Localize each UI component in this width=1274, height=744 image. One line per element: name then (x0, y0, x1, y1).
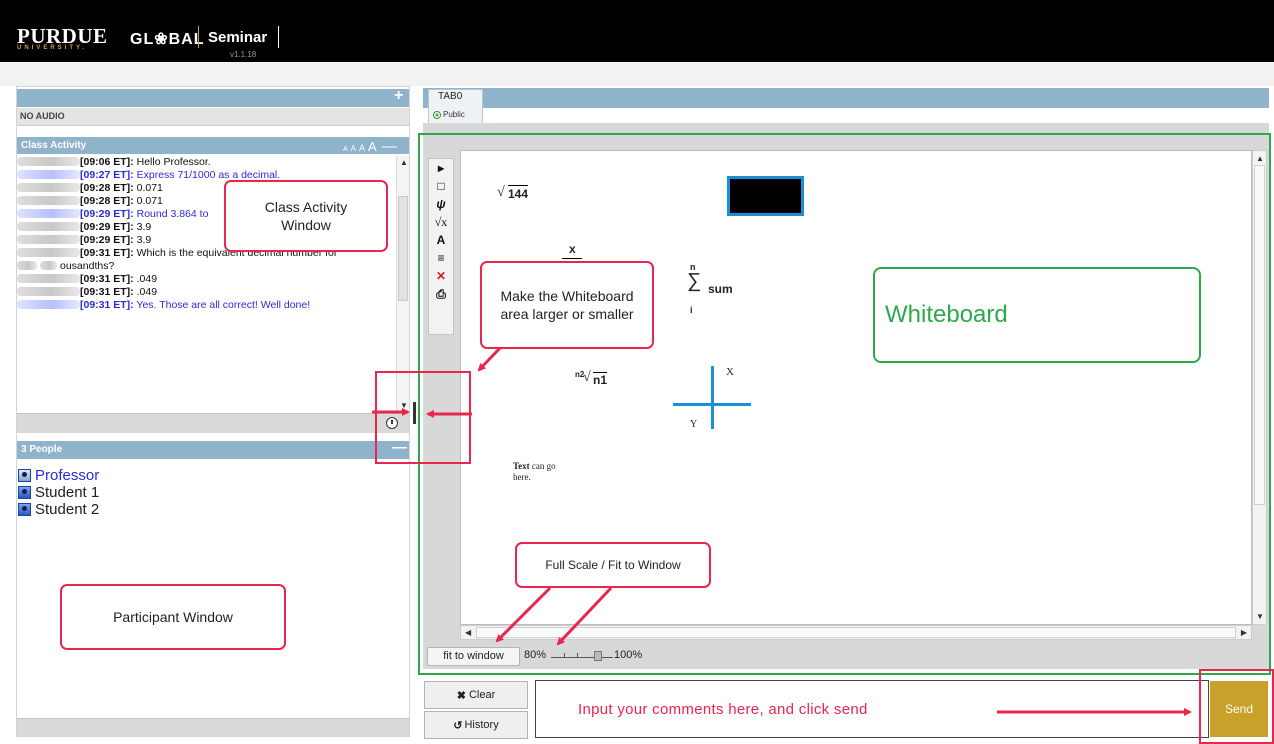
send-highlight (1199, 669, 1274, 744)
chat-message: [09:06 ET]: Hello Professor. (17, 156, 395, 169)
whiteboard-highlight (418, 133, 1271, 675)
radio-icon (433, 110, 441, 119)
resize-handle[interactable] (413, 402, 416, 424)
history-icon: ↺ (453, 719, 463, 732)
app-version: v1.1.18 (230, 50, 257, 59)
blurred-username (17, 157, 80, 166)
blurred-username (17, 287, 80, 296)
blurred-username (17, 274, 80, 283)
purdue-logo-university: UNIVERSITY. (17, 45, 88, 51)
font-size-md-button[interactable]: A (359, 143, 365, 153)
tab-label: TAB0 (438, 91, 463, 102)
tab-bar (423, 88, 1269, 108)
input-hint: Input your comments here, and click send (578, 701, 868, 718)
blurred-text (17, 261, 37, 270)
close-icon: ✖ (456, 689, 466, 702)
chat-message: [09:31 ET]: Yes. Those are all correct! … (17, 299, 395, 312)
blurred-username (17, 222, 80, 231)
font-size-sm-button[interactable]: A (351, 144, 356, 153)
people-footer (17, 718, 409, 736)
class-activity-callout: Class Activity Window (224, 180, 388, 252)
toolbar-strip (0, 62, 1274, 86)
student-icon (18, 503, 31, 516)
header-divider (198, 26, 199, 48)
people-title: 3 People (21, 444, 63, 455)
chat-message-continued: ousandths? (17, 260, 395, 273)
font-size-controls: A A A A — (343, 138, 397, 155)
font-size-xs-button[interactable]: A (343, 146, 348, 153)
blurred-username (17, 300, 80, 309)
public-toggle[interactable]: Public (433, 110, 465, 119)
chat-message: [09:31 ET]: .049 (17, 273, 395, 286)
scroll-up-icon[interactable]: ▲ (400, 158, 408, 167)
participant-professor[interactable]: Professor (18, 467, 99, 484)
instructor-icon (18, 469, 31, 482)
full-scale-callout: Full Scale / Fit to Window (515, 542, 711, 588)
resize-callout: Make the Whiteboard area larger or small… (480, 261, 654, 349)
audio-status: NO AUDIO (17, 108, 409, 126)
student-icon (18, 486, 31, 499)
blurred-username (17, 248, 80, 257)
header-divider (278, 26, 279, 48)
participant-student-2[interactable]: Student 2 (18, 501, 99, 518)
activity-footer (17, 413, 409, 433)
people-header: 3 People (17, 441, 409, 459)
participant-list: Professor Student 1 Student 2 (18, 467, 99, 518)
collapse-activity-button[interactable]: — (382, 138, 397, 155)
blurred-username (17, 196, 80, 205)
class-activity-title: Class Activity (21, 140, 87, 151)
blurred-username (17, 170, 80, 179)
font-size-lg-button[interactable]: A (368, 139, 377, 154)
app-title: Seminar (208, 29, 268, 46)
scroll-thumb[interactable] (398, 196, 408, 301)
whiteboard-callout: Whiteboard (873, 267, 1201, 363)
blurred-username (17, 209, 80, 218)
global-logo: GL❀BAL (130, 31, 205, 48)
blurred-text (40, 261, 57, 270)
participant-callout: Participant Window (60, 584, 286, 650)
clear-button[interactable]: ✖ Clear (424, 681, 528, 709)
add-panel-button[interactable]: + (394, 87, 403, 105)
blurred-username (17, 183, 80, 192)
history-button[interactable]: ↺ History (424, 711, 528, 739)
chat-message: [09:31 ET]: .049 (17, 286, 395, 299)
participant-student-1[interactable]: Student 1 (18, 484, 99, 501)
audio-bar (17, 89, 409, 107)
blurred-username (17, 235, 80, 244)
resize-handle-highlight (375, 371, 471, 464)
